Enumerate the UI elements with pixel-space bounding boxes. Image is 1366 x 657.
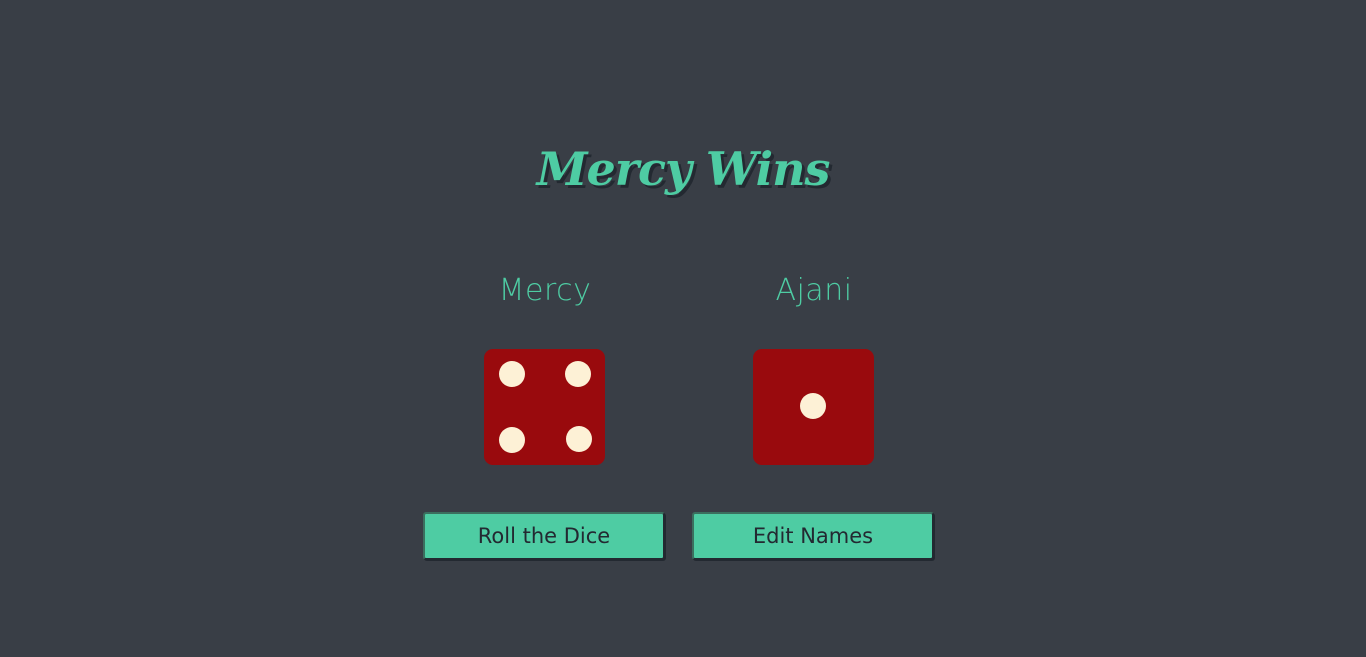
player-2-die — [753, 349, 874, 465]
die-pip — [499, 427, 525, 453]
die-pip — [800, 393, 826, 419]
roll-dice-button[interactable]: Roll the Dice — [423, 512, 665, 560]
player-2-name: Ajani — [775, 273, 853, 308]
die-pip — [499, 361, 525, 387]
player-1: Mercy — [420, 266, 670, 465]
die-pip — [566, 426, 592, 452]
die-pip — [565, 361, 591, 387]
player-2: Ajani — [689, 266, 939, 465]
winner-title: Mercy Wins — [536, 142, 831, 196]
player-1-die — [484, 349, 605, 465]
player-1-name: Mercy — [498, 273, 592, 308]
edit-names-button[interactable]: Edit Names — [692, 512, 934, 560]
